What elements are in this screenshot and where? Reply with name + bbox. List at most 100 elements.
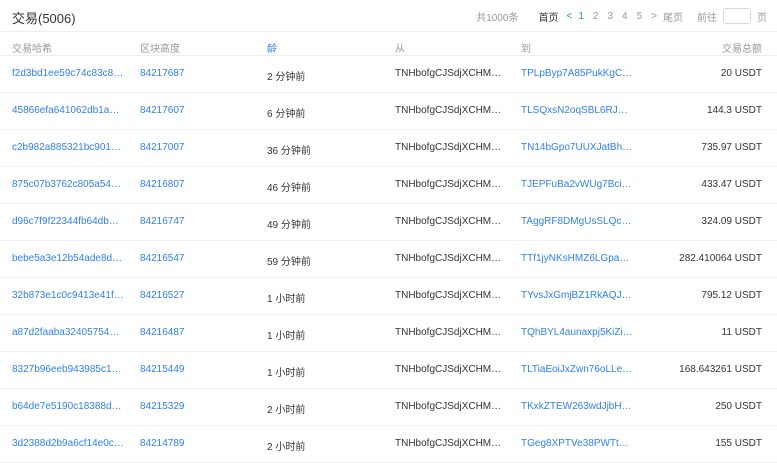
tx-age: 59 分钟前 [267, 257, 311, 268]
block-height-link[interactable]: 84217007 [140, 142, 240, 153]
table-row: 875c07b3762c805a54d4f... 84216807 46 分钟前… [0, 167, 777, 204]
tx-age: 2 小时前 [267, 442, 306, 453]
from-address: TNHbofgCJSdjXCHMn9LC... [395, 105, 505, 116]
tx-age: 1 小时前 [267, 294, 306, 305]
from-address: TNHbofgCJSdjXCHMn9LC... [395, 253, 505, 264]
page-link-3[interactable]: 3 [607, 11, 613, 22]
table-row: b64de7e5190c18388df9d... 84215329 2 小时前 … [0, 389, 777, 426]
from-address: TNHbofgCJSdjXCHMn9LC... [395, 142, 505, 153]
table-row: f2d3bd1ee59c74c83c8e0... 84217687 2 分钟前 … [0, 56, 777, 93]
tx-age: 1 小时前 [267, 368, 306, 379]
to-address-link[interactable]: TN14bGpo7UUXJatBhD11... [521, 142, 633, 153]
page-title: 交易(5006) [12, 11, 76, 26]
to-address-link[interactable]: TTf1jyNKsHMZ6LGpasyFs... [521, 253, 633, 264]
page-link-5[interactable]: 5 [637, 11, 643, 22]
block-height-link[interactable]: 84216747 [140, 216, 240, 227]
total-count: 共1000条 [476, 12, 519, 24]
to-address-link[interactable]: TLSQxsN2oqSBL6RJ6RpJ... [521, 105, 633, 116]
tx-hash-link[interactable]: d96c7f9f22344fb64db473... [12, 216, 124, 227]
from-address: TNHbofgCJSdjXCHMn9LC... [395, 68, 505, 79]
tx-hash-link[interactable]: 8327b96eeb943985c1eca... [12, 364, 124, 375]
next-page-icon[interactable]: > [651, 11, 657, 22]
block-height-link[interactable]: 84215329 [140, 401, 240, 412]
tx-age: 6 分钟前 [267, 109, 306, 120]
tx-age: 2 小时前 [267, 405, 306, 416]
from-address: TNHbofgCJSdjXCHMn9LC... [395, 401, 505, 412]
table-row: 45866efa641062db1ab49... 84217607 6 分钟前 … [0, 93, 777, 130]
tx-age: 49 分钟前 [267, 220, 311, 231]
transactions-panel: 交易(5006) 共1000条 首页 < 1 2 3 4 5 > 尾页 前往 页… [0, 0, 777, 463]
tx-hash-link[interactable]: bebe5a3e12b54ade8d173... [12, 253, 124, 264]
tx-hash-link[interactable]: c2b982a885321bc901a2d... [12, 142, 124, 153]
table-row: c2b982a885321bc901a2d... 84217007 36 分钟前… [0, 130, 777, 167]
tx-amount: 324.09 USDT [701, 216, 762, 227]
to-address-link[interactable]: TGeg8XPTVe38PWTtnshC... [521, 438, 633, 449]
tx-age: 1 小时前 [267, 331, 306, 342]
block-height-link[interactable]: 84217687 [140, 68, 240, 79]
pagination: 共1000条 首页 < 1 2 3 4 5 > 尾页 前往 页 [476, 6, 767, 26]
last-page-link[interactable]: 尾页 [663, 9, 683, 24]
block-height-link[interactable]: 84214789 [140, 438, 240, 449]
tx-amount: 433.47 USDT [701, 179, 762, 190]
prev-page-icon[interactable]: < [567, 11, 573, 22]
tx-hash-link[interactable]: 32b873e1c0c9413e41f82... [12, 290, 124, 301]
page-unit-label: 页 [757, 12, 767, 24]
goto-label: 前往 [697, 12, 717, 24]
tx-amount: 282.410064 USDT [679, 253, 762, 264]
from-address: TNHbofgCJSdjXCHMn9LC... [395, 216, 505, 227]
table-row: 8327b96eeb943985c1eca... 84215449 1 小时前 … [0, 352, 777, 389]
from-address: TNHbofgCJSdjXCHMn9LC... [395, 327, 505, 338]
block-height-link[interactable]: 84216547 [140, 253, 240, 264]
block-height-link[interactable]: 84216487 [140, 327, 240, 338]
to-address-link[interactable]: TJEPFuBa2vWUg7Bci2PY... [521, 179, 633, 190]
from-address: TNHbofgCJSdjXCHMn9LC... [395, 438, 505, 449]
table-row: 3d2388d2b9a6cf14e0ca7... 84214789 2 小时前 … [0, 426, 777, 463]
tx-amount: 155 USDT [715, 438, 762, 449]
tx-hash-link[interactable]: 45866efa641062db1ab49... [12, 105, 124, 116]
col-header-age[interactable]: 龄 [267, 40, 277, 55]
tx-amount: 168.643261 USDT [679, 364, 762, 375]
from-address: TNHbofgCJSdjXCHMn9LC... [395, 179, 505, 190]
from-address: TNHbofgCJSdjXCHMn9LC... [395, 290, 505, 301]
tx-age: 2 分钟前 [267, 72, 306, 83]
block-height-link[interactable]: 84216807 [140, 179, 240, 190]
tx-amount: 250 USDT [715, 401, 762, 412]
tx-age: 36 分钟前 [267, 146, 311, 157]
tx-hash-link[interactable]: 875c07b3762c805a54d4f... [12, 179, 124, 190]
table-header: 交易哈希 区块高度 龄 从 到 交易总额 [0, 32, 777, 56]
to-address-link[interactable]: TPLpByp7A85PukKgC3Kk... [521, 68, 633, 79]
col-header-to: 到 [521, 44, 531, 55]
tx-amount: 11 USDT [721, 327, 762, 338]
block-height-link[interactable]: 84215449 [140, 364, 240, 375]
col-header-from: 从 [395, 44, 405, 55]
first-page-link[interactable]: 首页 [539, 9, 559, 24]
col-header-block: 区块高度 [140, 44, 180, 55]
tx-hash-link[interactable]: b64de7e5190c18388df9d... [12, 401, 124, 412]
table-row: d96c7f9f22344fb64db473... 84216747 49 分钟… [0, 204, 777, 241]
tx-amount: 795.12 USDT [701, 290, 762, 301]
table-row: bebe5a3e12b54ade8d173... 84216547 59 分钟前… [0, 241, 777, 278]
tx-amount: 144.3 USDT [706, 105, 762, 116]
goto-page-input[interactable] [723, 8, 751, 24]
to-address-link[interactable]: TLTiaEoiJxZwn76oLLeme... [521, 364, 633, 375]
to-address-link[interactable]: TKxkZTEW263wdJjbHvZh... [521, 401, 633, 412]
from-address: TNHbofgCJSdjXCHMn9LC... [395, 364, 505, 375]
block-height-link[interactable]: 84216527 [140, 290, 240, 301]
table-row: a87d2faaba32405754cd3... 84216487 1 小时前 … [0, 315, 777, 352]
block-height-link[interactable]: 84217607 [140, 105, 240, 116]
tx-amount: 735.97 USDT [701, 142, 762, 153]
tx-age: 46 分钟前 [267, 183, 311, 194]
table-row: 32b873e1c0c9413e41f82... 84216527 1 小时前 … [0, 278, 777, 315]
to-address-link[interactable]: TYvsJxGmjBZ1RkAQJq3b... [521, 290, 633, 301]
table-body: f2d3bd1ee59c74c83c8e0... 84217687 2 分钟前 … [0, 56, 777, 463]
tx-hash-link[interactable]: f2d3bd1ee59c74c83c8e0... [12, 68, 124, 79]
page-link-2[interactable]: 2 [593, 11, 599, 22]
page-link-1[interactable]: 1 [578, 11, 584, 22]
tx-amount: 20 USDT [720, 68, 762, 79]
tx-hash-link[interactable]: 3d2388d2b9a6cf14e0ca7... [12, 438, 124, 449]
to-address-link[interactable]: TAggRF8DMgUsSLQcnv1K... [521, 216, 633, 227]
page-link-4[interactable]: 4 [622, 11, 628, 22]
tx-hash-link[interactable]: a87d2faaba32405754cd3... [12, 327, 124, 338]
to-address-link[interactable]: TQhBYL4aunaxpj5KiZiJfrg... [521, 327, 633, 338]
col-header-amount: 交易总额 [722, 44, 762, 55]
